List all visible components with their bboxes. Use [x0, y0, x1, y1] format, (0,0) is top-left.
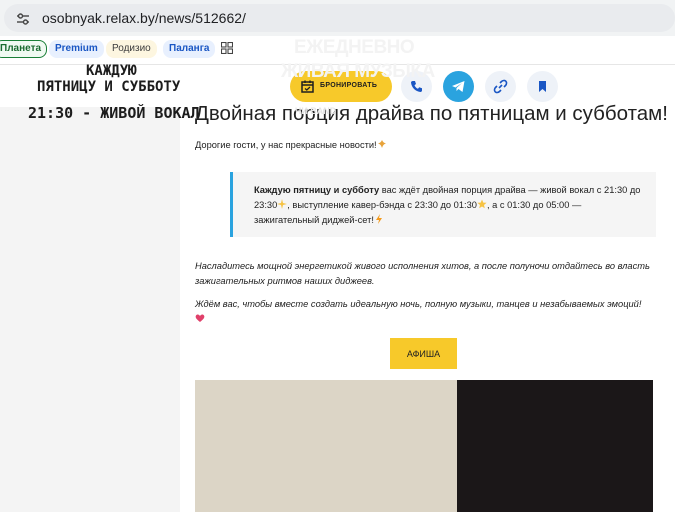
poster-text-3: 21:30 - ЖИВОЙ ВОКАЛ: [28, 104, 200, 122]
bookmark-rodizio[interactable]: Родизио: [106, 40, 157, 58]
poster-headline-1: ЕЖЕДНЕВНО: [294, 37, 415, 58]
url-text[interactable]: osobnyak.relax.by/news/512662/: [42, 10, 246, 26]
bookmark-premium[interactable]: Premium: [49, 40, 104, 58]
address-pill[interactable]: osobnyak.relax.by/news/512662/: [4, 4, 675, 32]
event-poster-image: [195, 380, 653, 512]
bookmark-planeta[interactable]: Планета: [0, 40, 48, 58]
bookmark-button[interactable]: [527, 71, 558, 102]
intro-text: Дорогие гости, у нас прекрасные новости!: [195, 140, 377, 150]
afisha-button-label: АФИША: [406, 349, 441, 359]
telegram-icon: [452, 81, 465, 92]
article-paragraph-1: Насладитесь мощной энергетикой живого ис…: [195, 261, 650, 286]
bookmark-palanga[interactable]: Паланга: [163, 40, 216, 58]
apps-grid-icon[interactable]: [221, 42, 233, 54]
poster-headline-2: ЖИВАЯ МУЗЫКА: [281, 61, 435, 82]
lightning-icon: [375, 214, 382, 224]
star-icon: [477, 199, 487, 209]
book-button-label: БРОНИРОВАТЬ: [320, 82, 378, 89]
poster-paper-area: [195, 380, 457, 512]
bookmark-icon: [539, 81, 546, 92]
schedule-quote-text: Каждую пятницу и субботу вас ждёт двойна…: [254, 183, 649, 228]
poster-dark-area: [457, 380, 653, 512]
site-settings-icon[interactable]: [16, 12, 30, 26]
telegram-button[interactable]: [443, 71, 474, 102]
poster-text-1: КАЖДУЮ: [86, 63, 137, 79]
share-link-button[interactable]: [485, 71, 516, 102]
fleur-de-lis-icon: [377, 140, 386, 148]
poster-band-logo: ЧИ BAND: [295, 106, 337, 116]
afisha-button[interactable]: АФИША: [390, 338, 457, 369]
schedule-quote: Каждую пятницу и субботу вас ждёт двойна…: [230, 172, 656, 237]
browser-address-bar: osobnyak.relax.by/news/512662/: [0, 0, 675, 36]
sparkles-icon: [277, 199, 288, 209]
quote-bold: Каждую пятницу и субботу: [254, 185, 380, 195]
poster-text-2: ПЯТНИЦУ И СУББОТУ: [37, 79, 181, 95]
article-title: Двойная порция драйва по пятницам и субб…: [195, 102, 668, 125]
left-sidebar-area: [0, 107, 180, 512]
quote-part2: , выступление кавер-бэнда с 23:30 до 01:…: [287, 200, 477, 210]
heart-icon: [195, 314, 205, 322]
paragraph-2-text: Ждём вас, чтобы вместе создать идеальную…: [195, 299, 642, 309]
article-paragraph-2: Ждём вас, чтобы вместе создать идеальную…: [195, 297, 660, 327]
article-intro: Дорогие гости, у нас прекрасные новости!: [195, 139, 387, 150]
link-icon: [493, 79, 508, 94]
